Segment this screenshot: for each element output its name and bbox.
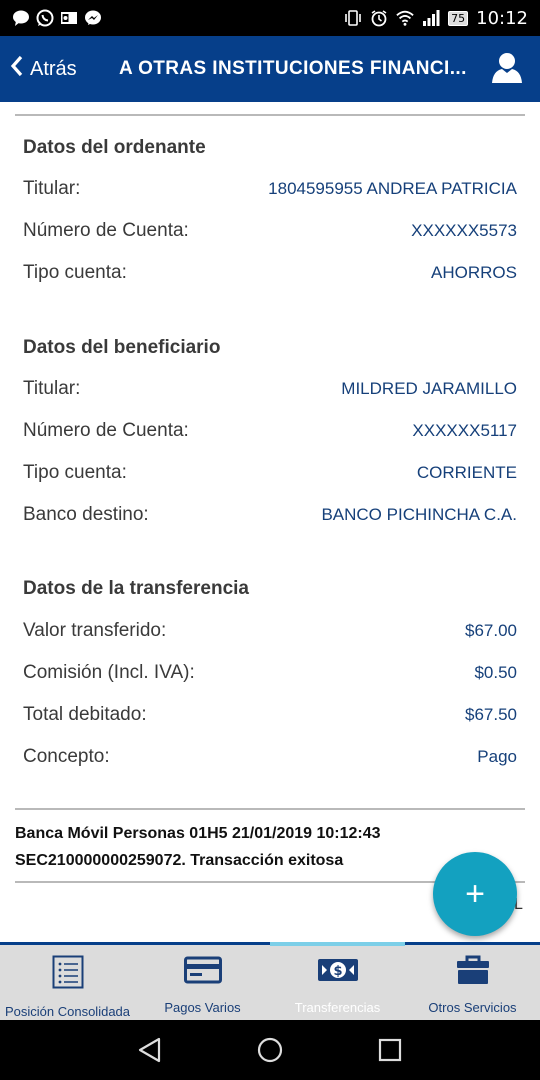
svg-text:$: $ (333, 964, 342, 979)
row-label: Titular: (23, 178, 81, 199)
row-label: Total debitado: (23, 704, 147, 725)
clock: 10:12 (476, 7, 528, 29)
section-title-ordenante: Datos del ordenante (23, 137, 206, 158)
transaction-receipt: Datos del ordenante Titular: 1804595955 … (0, 102, 540, 942)
bottom-nav: Posición Consolidada Pagos Varios $ Tran… (0, 942, 540, 1020)
row-label: Concepto: (23, 746, 110, 767)
detail-row: Comisión (Incl. IVA): $0.50 (23, 662, 517, 684)
nav-label: Posición Consolidada (4, 1004, 131, 1019)
notification-icons (12, 9, 102, 27)
system-nav-bar (0, 1020, 540, 1080)
row-value: 1804595955 ANDREA PATRICIA (268, 179, 517, 198)
detail-row: Tipo cuenta: AHORROS (23, 262, 517, 284)
plus-icon: + (465, 874, 485, 913)
recents-square-icon[interactable] (370, 1030, 410, 1070)
confirmation-line-1: Banca Móvil Personas 01H5 21/01/2019 10:… (15, 825, 381, 842)
page-title: A OTRAS INSTITUCIONES FINANCI... (119, 58, 467, 79)
system-status: 75 10:12 (344, 8, 528, 29)
nav-item-otros-servicios[interactable]: Otros Servicios (405, 945, 540, 1020)
row-value: MILDRED JARAMILLO (341, 379, 517, 398)
confirmation-line-2: SEC210000000259072. Transacción exitosa (15, 852, 344, 869)
list-icon (52, 955, 84, 994)
transaction-confirmation: Banca Móvil Personas 01H5 21/01/2019 10:… (15, 820, 381, 874)
row-label: Comisión (Incl. IVA): (23, 662, 195, 683)
battery-icon: 75 (448, 10, 469, 26)
outlook-icon (60, 9, 78, 27)
divider (15, 808, 525, 810)
detail-row: Titular: MILDRED JARAMILLO (23, 378, 517, 400)
money-icon: $ (317, 955, 359, 990)
nav-label: Pagos Varios (164, 1000, 241, 1015)
divider (15, 114, 525, 116)
add-fab-button[interactable]: + (433, 852, 517, 936)
nav-label: Otros Servicios (428, 1000, 517, 1015)
nav-item-transferencias[interactable]: $ Transferencias (270, 942, 405, 1020)
status-bar: 75 10:12 (0, 0, 540, 36)
row-value: Pago (477, 747, 517, 766)
nav-label: Transferencias (294, 1000, 381, 1015)
row-label: Número de Cuenta: (23, 420, 189, 441)
alarm-icon (370, 9, 388, 27)
section-title-beneficiario: Datos del beneficiario (23, 337, 221, 358)
row-label: Tipo cuenta: (23, 462, 127, 483)
row-value: XXXXXX5573 (411, 221, 517, 240)
row-label: Banco destino: (23, 504, 149, 525)
detail-row: Banco destino: BANCO PICHINCHA C.A. (23, 504, 517, 526)
row-value: CORRIENTE (416, 463, 517, 482)
back-button[interactable]: Atrás (0, 55, 105, 83)
briefcase-icon (456, 955, 490, 990)
row-value: $67.00 (465, 621, 517, 640)
back-triangle-icon[interactable] (130, 1030, 170, 1070)
row-value: AHORROS (431, 263, 517, 282)
nav-item-posicion-consolidada[interactable]: Posición Consolidada (0, 945, 135, 1020)
row-value: $67.50 (465, 705, 517, 724)
detail-row: Número de Cuenta: XXXXXX5573 (23, 220, 517, 242)
back-label: Atrás (30, 57, 77, 80)
wifi-icon (396, 9, 414, 27)
card-icon (183, 955, 222, 990)
vibrate-icon (344, 9, 362, 27)
detail-row: Valor transferido: $67.00 (23, 620, 517, 642)
row-value: XXXXXX5117 (412, 421, 517, 440)
row-label: Número de Cuenta: (23, 220, 189, 241)
signal-icon (422, 9, 440, 27)
row-value: BANCO PICHINCHA C.A. (321, 505, 517, 524)
row-label: Titular: (23, 378, 81, 399)
row-value: $0.50 (474, 663, 517, 682)
row-label: Valor transferido: (23, 620, 167, 641)
whatsapp-icon (36, 9, 54, 27)
detail-row: Concepto: Pago (23, 746, 517, 768)
chevron-left-icon (10, 55, 24, 83)
detail-row: Total debitado: $67.50 (23, 704, 517, 726)
detail-row: Tipo cuenta: CORRIENTE (23, 462, 517, 484)
profile-button[interactable] (474, 50, 540, 89)
home-circle-icon[interactable] (250, 1030, 290, 1070)
user-icon (490, 50, 524, 89)
app-bar: Atrás A OTRAS INSTITUCIONES FINANCI... (0, 36, 540, 102)
message-icon (12, 9, 30, 27)
nav-item-pagos-varios[interactable]: Pagos Varios (135, 945, 270, 1020)
detail-row: Titular: 1804595955 ANDREA PATRICIA (23, 178, 517, 200)
row-label: Tipo cuenta: (23, 262, 127, 283)
section-title-transferencia: Datos de la transferencia (23, 578, 249, 599)
messenger-icon (84, 9, 102, 27)
detail-row: Número de Cuenta: XXXXXX5117 (23, 420, 517, 442)
